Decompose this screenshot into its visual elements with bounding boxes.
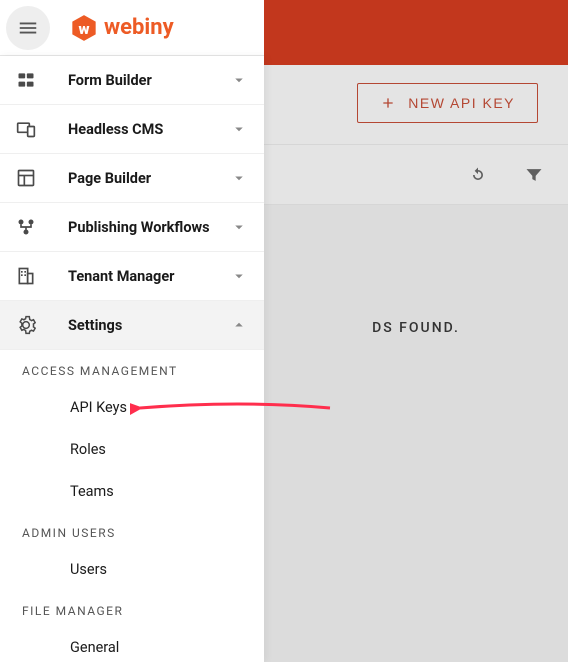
section-file-manager: FILE MANAGER (0, 590, 264, 626)
sub-item-general[interactable]: General (0, 626, 264, 662)
chevron-down-icon (230, 71, 248, 89)
sidebar-item-label: Tenant Manager (68, 268, 230, 285)
workflow-icon (14, 215, 38, 239)
refresh-icon[interactable] (468, 165, 488, 185)
new-api-key-label: NEW API KEY (408, 95, 515, 111)
section-admin-users: ADMIN USERS (0, 512, 264, 548)
sub-item-users[interactable]: Users (0, 548, 264, 590)
chevron-down-icon (230, 169, 248, 187)
sidebar-item-label: Form Builder (68, 72, 230, 89)
chevron-down-icon (230, 218, 248, 236)
brand-logo[interactable]: w webiny (70, 14, 174, 42)
hamburger-icon (17, 17, 39, 39)
gear-icon (14, 313, 38, 337)
sidebar-item-label: Page Builder (68, 170, 230, 187)
sidebar-item-publishing-workflows[interactable]: Publishing Workflows (0, 203, 264, 252)
building-icon (14, 264, 38, 288)
filter-icon[interactable] (524, 165, 544, 185)
sidebar-item-label: Settings (68, 317, 230, 334)
chevron-up-icon (230, 316, 248, 334)
sub-item-roles[interactable]: Roles (0, 428, 264, 470)
sidebar-item-form-builder[interactable]: Form Builder (0, 56, 264, 105)
sidebar-header: w webiny (0, 0, 264, 56)
section-access-management: ACCESS MANAGEMENT (0, 350, 264, 386)
sub-item-api-keys[interactable]: API Keys (0, 386, 264, 428)
chevron-down-icon (230, 120, 248, 138)
sidebar-item-label: Headless CMS (68, 121, 230, 138)
sidebar-item-headless-cms[interactable]: Headless CMS (0, 105, 264, 154)
sidebar: Form Builder Headless CMS Page Builder P… (0, 56, 264, 662)
empty-message: DS FOUND. (264, 320, 568, 336)
plus-icon (380, 95, 396, 111)
sidebar-item-tenant-manager[interactable]: Tenant Manager (0, 252, 264, 301)
sub-item-teams[interactable]: Teams (0, 470, 264, 512)
sidebar-item-settings[interactable]: Settings (0, 301, 264, 350)
svg-text:w: w (78, 19, 89, 37)
devices-icon (14, 117, 38, 141)
brand-logo-icon: w (70, 14, 98, 42)
hamburger-button[interactable] (6, 6, 50, 50)
layout-icon (14, 166, 38, 190)
form-builder-icon (14, 68, 38, 92)
new-api-key-button[interactable]: NEW API KEY (357, 83, 538, 123)
sidebar-item-label: Publishing Workflows (68, 219, 230, 236)
sidebar-item-page-builder[interactable]: Page Builder (0, 154, 264, 203)
brand-name: webiny (104, 15, 174, 40)
chevron-down-icon (230, 267, 248, 285)
